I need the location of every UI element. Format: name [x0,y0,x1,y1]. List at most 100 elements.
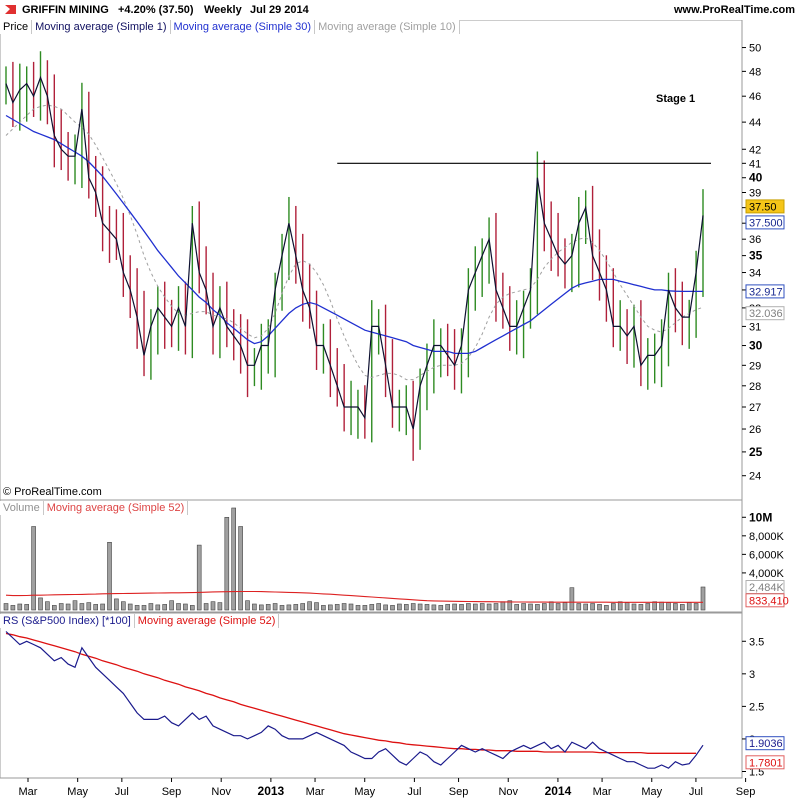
volume-bar [604,605,609,611]
volume-bar [535,604,540,611]
x-tick-label: 2014 [545,784,572,798]
volume-bar [486,603,492,611]
rs-tick-label: 3.5 [749,636,764,648]
volume-bar [321,605,326,611]
volume-tick-label: 8,000K [749,531,785,543]
price-tick-label: 39 [749,187,761,199]
volume-bar [51,605,57,611]
date: Jul 29 2014 [250,4,309,16]
x-tick-label: May [67,786,88,798]
volume-bar [569,587,575,611]
legend-rs[interactable]: RS (S&P500 Index) [*100] [0,614,135,628]
volume-bar [107,541,112,611]
volume-bar [279,605,285,611]
price-tick-label: 27 [749,402,761,414]
price-change: +4.20% (37.50) [118,4,194,16]
volume-bar [376,603,382,611]
rs-tick-label: 3 [749,669,755,681]
volume-bar [183,603,188,611]
volume-bar [327,604,333,611]
legend-price[interactable]: Price [0,20,33,34]
last-ma30-label: 32.917 [749,286,783,298]
price-tick-label: 48 [749,66,761,78]
legend-vol-ma52[interactable]: Moving average (Simple 52) [43,501,189,515]
volume-bar [541,603,547,611]
x-tick-label: Jul [115,786,129,798]
volume-bar [417,603,423,611]
volume-bar [528,603,533,611]
legend-ma1[interactable]: Moving average (Simple 1) [32,20,171,34]
period: Weekly [204,4,242,16]
volume-bar [148,603,154,611]
legend-rs-ma52[interactable]: Moving average (Simple 52) [134,614,280,628]
volume-bar [176,603,181,611]
volume-bar [700,586,706,611]
volume-bar [438,605,444,611]
x-tick-label: Sep [449,786,469,798]
volume-bar [307,601,312,611]
legend-ma10[interactable]: Moving average (Simple 10) [315,20,460,34]
volume-bar [17,603,23,611]
x-tick-label: Jul [689,786,703,798]
price-tick-label: 36 [749,234,761,246]
flag-icon [5,5,16,14]
legend-ma30[interactable]: Moving average (Simple 30) [170,20,316,34]
volume-bar [362,605,368,611]
legend-volume[interactable]: Volume [0,501,44,515]
volume-tick-label: 6,000K [749,549,785,561]
x-tick-label: Mar [306,786,325,798]
volume-bar [286,604,292,611]
x-tick-label: Nov [211,786,231,798]
volume-bar [24,604,30,611]
volume-bar [548,601,554,611]
volume-bar [624,602,630,611]
volume-bar [10,605,16,611]
volume-bar [65,603,71,611]
site-url[interactable]: www.ProRealTime.com [674,4,795,16]
volume-bar [300,603,306,611]
volume-bar [452,603,457,611]
volume-bar [493,603,499,611]
last-rs-label: 1.9036 [749,738,783,750]
volume-bar [217,602,223,611]
rs-tick-label: 2.5 [749,701,764,713]
last-close-label: 37.50 [749,201,777,213]
volume-bar [479,603,485,611]
volume-bar [679,604,685,611]
volume-bar [555,603,561,611]
price-tick-label: 31 [749,321,761,333]
volume-bar [252,603,257,611]
stage-annotation: Stage 1 [656,93,695,105]
volume-bar [238,526,243,611]
volume-bar [141,605,147,611]
copyright: © ProRealTime.com [3,486,102,498]
volume-bar [127,603,133,611]
volume-bar [265,604,271,611]
volume-bar [424,604,430,611]
volume-bar [334,604,340,611]
price-tick-label: 44 [749,117,761,129]
last-volume-label: 2,484K [749,582,785,594]
volume-bar [390,605,395,611]
last-ma10-label: 32.036 [749,308,783,320]
volume-bar [231,507,236,611]
volume-bar [72,600,78,611]
volume-bar [203,603,209,611]
volume-bar [86,602,92,611]
x-tick-label: May [354,786,375,798]
x-tick-label: Mar [593,786,612,798]
price-tick-label: 41 [749,158,761,170]
price-tick-label: 26 [749,424,761,436]
volume-bar [659,601,664,611]
price-tick-label: 29 [749,360,761,372]
price-tick-label: 25 [749,445,763,459]
volume-bar [155,604,161,611]
chart-header: GRIFFIN MINING +4.20% (37.50) Weekly Jul… [0,0,800,20]
volume-bar [121,601,126,611]
volume-bar [472,603,478,611]
volume-bar [500,601,506,611]
price-tick-label: 40 [749,171,763,185]
volume-bar [169,600,174,611]
volume-bar [693,603,699,611]
price-tick-label: 42 [749,144,761,156]
